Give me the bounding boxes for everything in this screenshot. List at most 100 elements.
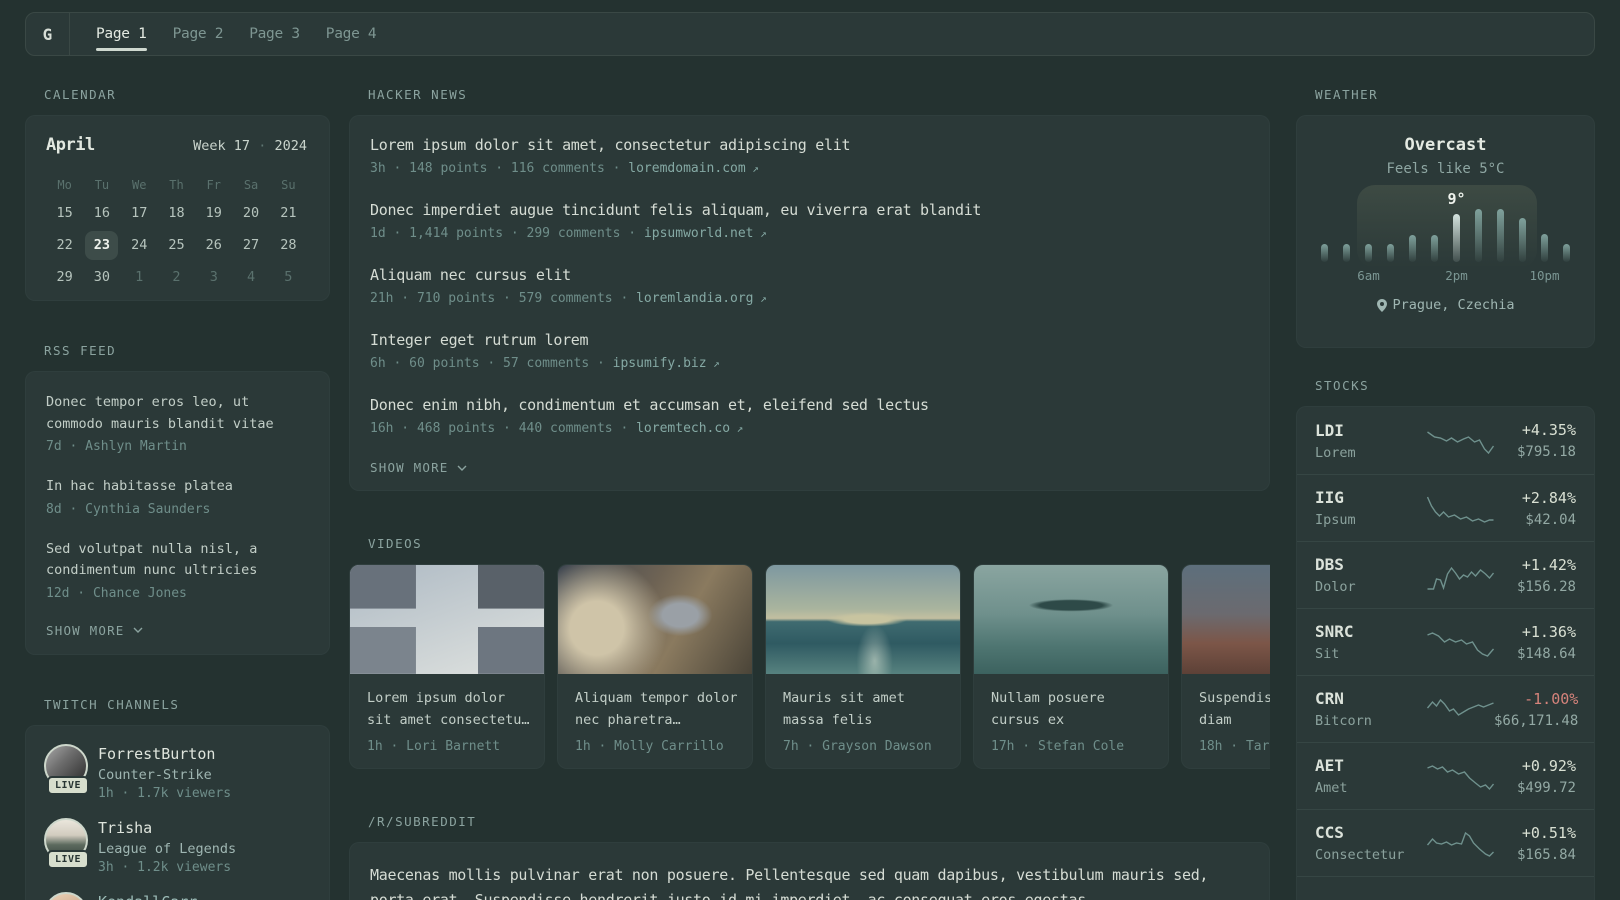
hackernews-item-meta: 3h · 148 points · 116 comments · loremdo… bbox=[370, 161, 1249, 176]
twitch-channel-name[interactable]: ForrestBurton bbox=[98, 745, 231, 763]
hackernews-item-title[interactable]: Donec imperdiet augue tincidunt felis al… bbox=[370, 200, 1249, 220]
dashboard-columns: CALENDAR April Week 17 · 2024 Mo Tu We Th Fr… bbox=[25, 87, 1595, 900]
calendar-day: 20 bbox=[232, 198, 269, 229]
nav-tab-page-1[interactable]: Page 1 bbox=[96, 13, 147, 55]
stock-sparkline bbox=[1427, 831, 1494, 857]
weekday-label: We bbox=[131, 178, 147, 192]
stock-row[interactable]: DBS Dolor +1.42% $156.28 bbox=[1297, 541, 1594, 608]
hackernews-item-title[interactable]: Aliquam nec cursus elit bbox=[370, 265, 1249, 285]
weather-hour-label: 2pm bbox=[1445, 268, 1468, 283]
video-thumbnail[interactable] bbox=[558, 565, 752, 674]
calendar-day-number: 15 bbox=[56, 205, 73, 221]
hackernews-item-domain-link[interactable]: loremlandia.org bbox=[636, 291, 753, 306]
hackernews-item-title[interactable]: Lorem ipsum dolor sit amet, consectetur … bbox=[370, 135, 1249, 155]
video-card[interactable]: Mauris sit amet massa felis 7h · Grayson D… bbox=[765, 564, 961, 769]
weekday-label: Su bbox=[281, 178, 296, 192]
weekday-label: Sa bbox=[243, 178, 259, 192]
stock-price: $42.04 bbox=[1525, 511, 1576, 528]
weather-location-text: Prague, Czechia bbox=[1392, 297, 1515, 313]
chevron-down-icon bbox=[457, 465, 467, 471]
nav-tab-page-3[interactable]: Page 3 bbox=[249, 13, 300, 55]
external-link-icon: ↗ bbox=[745, 162, 759, 175]
stock-row[interactable]: SNRC Sit +1.36% $148.64 bbox=[1297, 608, 1594, 675]
video-thumbnail[interactable] bbox=[766, 565, 960, 674]
separator-dot: · bbox=[258, 138, 267, 154]
calendar-day: 5 bbox=[270, 262, 307, 293]
twitch-channel[interactable]: LIVE KendallCarr bbox=[44, 891, 311, 900]
stock-values: +2.84% $42.04 bbox=[1522, 489, 1576, 528]
stocks-section-label: STOCKS bbox=[1315, 378, 1370, 393]
twitch-avatar-wrap: LIVE bbox=[44, 817, 90, 878]
chevron-down-icon bbox=[133, 627, 143, 633]
video-card[interactable]: Nullam posuere cursus ex 17h · Stefan Cole bbox=[973, 564, 1169, 769]
hackernews-item: Integer eget rutrum lorem 6h · 60 points … bbox=[370, 330, 1249, 371]
stock-row[interactable]: AHS+0.46% bbox=[1297, 876, 1594, 900]
video-title-line: diam bbox=[1199, 711, 1232, 728]
stock-values: +4.35% $795.18 bbox=[1517, 421, 1576, 460]
weather-bar bbox=[1387, 244, 1394, 262]
calendar-widget: CALENDAR April Week 17 · 2024 Mo Tu We Th Fr… bbox=[25, 87, 330, 301]
stock-row[interactable]: IIG Ipsum +2.84% $42.04 bbox=[1297, 474, 1594, 541]
stock-row[interactable]: LDI Lorem +4.35% $795.18 bbox=[1297, 407, 1594, 474]
video-title[interactable]: Lorem ipsum dolor sit amet consectetu… bbox=[367, 688, 530, 731]
rss-widget: RSS FEED Donec tempor eros leo, ut commo… bbox=[25, 343, 330, 655]
hackernews-item-domain-link[interactable]: ipsumworld.net bbox=[644, 226, 754, 241]
nav-tab-page-2[interactable]: Page 2 bbox=[173, 13, 224, 55]
stock-price: $66,171.48 bbox=[1494, 712, 1579, 729]
twitch-channel-name[interactable]: Trisha bbox=[98, 819, 236, 837]
rss-show-more-button[interactable]: SHOW MORE bbox=[46, 623, 309, 638]
weather-bar bbox=[1409, 235, 1416, 262]
page: G Page 1 Page 2 Page 3 Page 4 CALENDAR Apri… bbox=[0, 0, 1620, 900]
hackernews-item-title[interactable]: Integer eget rutrum lorem bbox=[370, 330, 1249, 350]
video-card[interactable]: Lorem ipsum dolor sit amet consectetu… 1h … bbox=[349, 564, 545, 769]
calendar-day: 15 bbox=[46, 198, 83, 229]
hackernews-item-domain-link[interactable]: loremtech.co bbox=[636, 421, 730, 436]
weather-bar bbox=[1343, 244, 1350, 262]
video-title[interactable]: Suspendisse diam bbox=[1199, 688, 1270, 731]
stock-price: $165.84 bbox=[1516, 846, 1576, 863]
hackernews-item-stats: 21h · 710 points · 579 comments · bbox=[370, 291, 637, 306]
hackernews-item-title[interactable]: Donec enim nibh, condimentum et accumsan… bbox=[370, 395, 1249, 415]
video-title[interactable]: Aliquam tempor dolor nec pharetra… bbox=[575, 688, 738, 731]
video-thumbnail[interactable] bbox=[1182, 565, 1270, 674]
external-link-icon: ↗ bbox=[706, 357, 720, 370]
calendar-week-year: Week 17 · 2024 bbox=[193, 138, 307, 154]
stock-values: +0.51% $165.84 bbox=[1517, 824, 1576, 863]
twitch-channel-name[interactable]: KendallCarr bbox=[98, 893, 197, 900]
video-thumbnail[interactable] bbox=[350, 565, 544, 674]
video-card[interactable]: Suspendisse diam 18h · Tara bbox=[1181, 564, 1270, 769]
stock-change: +1.42% bbox=[1521, 555, 1576, 574]
location-pin-icon bbox=[1376, 298, 1387, 312]
nav-tab-page-4[interactable]: Page 4 bbox=[326, 13, 377, 55]
app-logo[interactable]: G bbox=[26, 13, 70, 55]
stock-values: +0.92% $499.72 bbox=[1517, 757, 1576, 796]
hackernews-show-more-button[interactable]: SHOW MORE bbox=[370, 460, 1249, 475]
video-title[interactable]: Nullam posuere cursus ex bbox=[991, 688, 1151, 731]
video-card[interactable]: Aliquam tempor dolor nec pharetra… 1h · Mo… bbox=[557, 564, 753, 769]
twitch-avatar-wrap: LIVE bbox=[44, 743, 90, 804]
calendar-day: 21 bbox=[270, 198, 307, 229]
rss-item-title[interactable]: Donec tempor eros leo, ut commodo mauris… bbox=[46, 392, 309, 435]
hackernews-item-domain-link[interactable]: ipsumify.biz bbox=[613, 356, 707, 371]
calendar-day: 22 bbox=[46, 230, 83, 261]
video-title[interactable]: Mauris sit amet massa felis bbox=[783, 688, 943, 731]
twitch-channel[interactable]: LIVE Trisha League of Legends 3h · 1.2k vie… bbox=[44, 817, 311, 878]
stocks-card: LDI Lorem +4.35% $795.18 IIG Ipsum +2.84% $42.0… bbox=[1296, 406, 1595, 900]
rss-item-title[interactable]: In hac habitasse platea bbox=[46, 476, 309, 498]
twitch-channel-meta: 1h · 1.7k viewers bbox=[98, 785, 232, 801]
calendar-day: 16 bbox=[83, 198, 120, 229]
hackernews-item-domain-link[interactable]: loremdomain.com bbox=[628, 161, 745, 176]
video-title-line: Mauris sit amet bbox=[783, 690, 905, 706]
live-badge: LIVE bbox=[47, 775, 90, 795]
external-link-icon: ↗ bbox=[753, 227, 767, 240]
stock-info: CRN Bitcorn bbox=[1315, 689, 1427, 729]
stock-info: LDI Lorem bbox=[1315, 421, 1427, 461]
stock-row[interactable]: CRN Bitcorn -1.00% $66,171.48 bbox=[1297, 675, 1594, 742]
stock-row[interactable]: AET Amet +0.92% $499.72 bbox=[1297, 742, 1594, 809]
video-thumbnail[interactable] bbox=[974, 565, 1168, 674]
twitch-channel[interactable]: LIVE ForrestBurton Counter-Strike 1h · 1.7k… bbox=[44, 743, 311, 804]
rss-item-title[interactable]: Sed volutpat nulla nisl, a condimentum n… bbox=[46, 539, 309, 582]
stock-row[interactable]: CCS Consectetur +0.51% $165.84 bbox=[1297, 809, 1594, 876]
calendar-day: 24 bbox=[121, 230, 158, 261]
reddit-post-title[interactable]: Maecenas mollis pulvinar erat non posuer… bbox=[370, 863, 1249, 900]
